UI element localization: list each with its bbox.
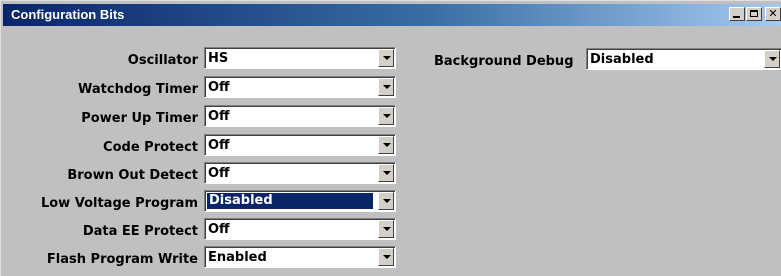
- chevron-down-icon: [769, 57, 777, 61]
- data-ee-protect-dropdown-button[interactable]: [378, 220, 394, 238]
- background-debug-label: Background Debug: [434, 54, 574, 69]
- title-bar[interactable]: Configuration Bits ✕: [3, 4, 781, 26]
- oscillator-value: HS: [208, 51, 229, 66]
- power-up-timer-label: Power Up Timer: [81, 111, 198, 126]
- background-debug-dropdown-button[interactable]: [764, 50, 780, 68]
- window-title: Configuration Bits: [11, 7, 125, 22]
- background-debug-value: Disabled: [590, 52, 654, 67]
- flash-program-write-select[interactable]: Enabled: [204, 246, 396, 268]
- brown-out-detect-dropdown-button[interactable]: [378, 164, 394, 182]
- power-up-timer-dropdown-button[interactable]: [378, 107, 394, 125]
- code-protect-value: Off: [208, 138, 230, 153]
- brown-out-detect-label: Brown Out Detect: [67, 168, 198, 183]
- chevron-down-icon: [383, 255, 391, 259]
- maximize-button[interactable]: [746, 7, 762, 21]
- data-ee-protect-label: Data EE Protect: [82, 224, 198, 239]
- flash-program-write-label: Flash Program Write: [46, 252, 198, 267]
- configuration-bits-window: Configuration Bits ✕ Oscillator HS Watch…: [0, 0, 781, 276]
- background-debug-select[interactable]: Disabled: [586, 48, 781, 70]
- chevron-down-icon: [383, 199, 391, 203]
- maximize-icon: [750, 10, 758, 17]
- low-voltage-program-value: Disabled: [207, 193, 373, 209]
- watchdog-timer-dropdown-button[interactable]: [378, 78, 394, 96]
- chevron-down-icon: [383, 171, 391, 175]
- low-voltage-program-label: Low Voltage Program: [40, 196, 198, 211]
- brown-out-detect-select[interactable]: Off: [204, 162, 396, 184]
- oscillator-label: Oscillator: [127, 53, 198, 68]
- data-ee-protect-value: Off: [208, 222, 230, 237]
- code-protect-dropdown-button[interactable]: [378, 136, 394, 154]
- data-ee-protect-select[interactable]: Off: [204, 218, 396, 240]
- code-protect-label: Code Protect: [103, 140, 198, 155]
- oscillator-select[interactable]: HS: [204, 47, 396, 69]
- brown-out-detect-value: Off: [208, 166, 230, 181]
- chevron-down-icon: [383, 114, 391, 118]
- chevron-down-icon: [383, 143, 391, 147]
- power-up-timer-value: Off: [208, 109, 230, 124]
- flash-program-write-value: Enabled: [208, 250, 267, 265]
- watchdog-timer-label: Watchdog Timer: [78, 82, 198, 97]
- close-icon: ✕: [768, 7, 778, 20]
- watchdog-timer-select[interactable]: Off: [204, 76, 396, 98]
- low-voltage-program-select[interactable]: Disabled: [204, 190, 396, 212]
- chevron-down-icon: [383, 56, 391, 60]
- chevron-down-icon: [383, 227, 391, 231]
- watchdog-timer-value: Off: [208, 80, 230, 95]
- low-voltage-program-dropdown-button[interactable]: [378, 192, 394, 210]
- minimize-button[interactable]: [729, 7, 745, 21]
- flash-program-write-dropdown-button[interactable]: [378, 248, 394, 266]
- power-up-timer-select[interactable]: Off: [204, 105, 396, 127]
- close-button[interactable]: ✕: [765, 7, 781, 21]
- oscillator-dropdown-button[interactable]: [378, 49, 394, 67]
- code-protect-select[interactable]: Off: [204, 134, 396, 156]
- chevron-down-icon: [383, 85, 391, 89]
- minimize-icon: [733, 16, 740, 18]
